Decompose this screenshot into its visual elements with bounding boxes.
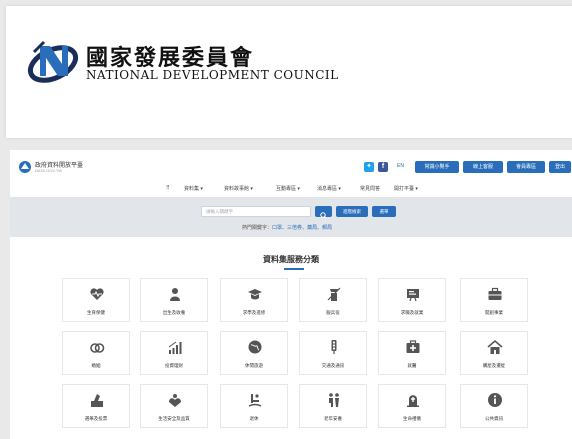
category-tile-education[interactable]: 求學及進修 [220, 278, 288, 322]
category-tile-safety[interactable]: 生活安全及品質 [140, 384, 208, 428]
chart-icon [168, 341, 182, 354]
section-title-underline [284, 268, 304, 270]
category-label: 婚姻 [91, 363, 101, 368]
facebook-icon[interactable]: f [378, 162, 388, 172]
category-tile-traffic[interactable]: 交通及通訊 [299, 331, 367, 375]
nav-item-platform[interactable]: 開打平臺 ▾ [394, 185, 418, 192]
soldier-icon [327, 287, 341, 301]
hot-keyword[interactable]: 藥局 [307, 225, 317, 231]
site-header: 政府資料開放平臺 DATA.GOV.TW ✦ f EN 常識小幫手 線上客服 會… [10, 150, 572, 180]
category-label: 開創事業 [485, 310, 503, 315]
hot-keywords-label: 熱門關鍵字： [242, 225, 273, 231]
house-icon [487, 339, 503, 354]
info-icon [488, 393, 502, 407]
category-tile-business[interactable]: 開創事業 [460, 278, 528, 322]
twitter-icon[interactable]: ✦ [364, 162, 374, 172]
hot-keyword[interactable]: 郵局 [322, 225, 332, 231]
logout-button[interactable]: 登出 [549, 161, 571, 173]
category-tile-funeral[interactable]: 生命禮儀 [378, 384, 446, 428]
category-tile-public-info[interactable]: 公共資訊 [460, 384, 528, 428]
category-label: 購屋及遷徙 [482, 363, 506, 368]
category-tile-retirement[interactable]: 退休 [220, 384, 288, 428]
advanced-search-button[interactable]: 進階檢索 [336, 206, 368, 217]
nav-item-faq[interactable]: 常見問答 [360, 185, 380, 192]
rings-icon [90, 343, 105, 353]
category-tile-jobs[interactable]: 求職及就業 [378, 278, 446, 322]
hot-keywords: 熱門關鍵字：口罩、三倍券、藥局、郵局 [242, 225, 333, 231]
category-label: 求職及就業 [400, 310, 424, 315]
category-label: 生活安全及品質 [158, 416, 190, 421]
medical-kit-icon [406, 340, 420, 353]
ballot-icon [91, 394, 103, 407]
category-label: 出生及收養 [162, 310, 186, 315]
category-tile-elderly[interactable]: 老年安養 [299, 384, 367, 428]
category-label: 公共資訊 [485, 416, 503, 421]
category-tile-marriage[interactable]: 婚姻 [62, 331, 130, 375]
category-label: 生命禮儀 [403, 416, 421, 421]
site-logo-icon[interactable] [18, 160, 32, 174]
category-label: 交通及通訊 [321, 363, 345, 368]
ndc-header-card: 國家發展委員會 NATIONAL DEVELOPMENT COUNCIL [6, 6, 572, 138]
section-title: 資料集服務分類 [263, 255, 319, 264]
online-service-button[interactable]: 線上客服 [463, 161, 503, 173]
search-band [10, 197, 572, 237]
category-tile-leisure[interactable]: 休閒旅遊 [220, 331, 288, 375]
briefcase-icon [488, 287, 502, 300]
category-tile-medical[interactable]: 就醫 [378, 331, 446, 375]
hot-keyword[interactable]: 口罩 [272, 225, 282, 231]
category-label: 退休 [249, 416, 259, 421]
search-button[interactable] [315, 206, 332, 219]
rocking-chair-icon [248, 394, 262, 407]
nav-item-news[interactable]: 消息專區 ▾ [317, 185, 341, 192]
baby-icon [170, 288, 180, 301]
category-label: 就醫 [407, 363, 417, 368]
category-tile-investment[interactable]: 投資理財 [140, 331, 208, 375]
search-input[interactable]: 請輸入關鍵字 [201, 206, 311, 217]
nav-item-datasets[interactable]: 資料集 ▾ [184, 185, 203, 192]
category-tile-birth[interactable]: 出生及收養 [140, 278, 208, 322]
site-subtitle: DATA.GOV.TW [35, 168, 63, 173]
ndc-title-en: NATIONAL DEVELOPMENT COUNCIL [86, 68, 339, 82]
category-tile-health[interactable]: 生育保健 [62, 278, 130, 322]
heart-pulse-icon [90, 288, 104, 300]
category-tile-housing[interactable]: 購屋及遷徙 [460, 331, 528, 375]
category-label: 生育保健 [87, 310, 105, 315]
category-label: 服兵役 [326, 310, 340, 315]
tombstone-icon [407, 395, 419, 407]
elderly-icon [329, 393, 339, 407]
main-nav: ⠿ 資料集 ▾ 資料故事館 ▾ 互動專區 ▾ 消息專區 ▾ 常見問答 開打平臺 … [10, 182, 572, 196]
graduation-cap-icon [248, 289, 262, 300]
globe-icon [248, 340, 262, 354]
category-label: 休閒旅遊 [245, 363, 263, 368]
nav-grid-icon[interactable]: ⠿ [166, 185, 170, 191]
traffic-light-icon [331, 340, 337, 354]
member-area-button[interactable]: 會員專區 [507, 161, 545, 173]
hands-icon [169, 394, 181, 407]
category-label: 求學及進修 [242, 310, 266, 315]
nav-item-interactive[interactable]: 互動專區 ▾ [276, 185, 300, 192]
category-label: 投資理財 [165, 363, 183, 368]
quick-menu-button[interactable]: 選單 [372, 206, 396, 217]
category-tile-election[interactable]: 選舉及投票 [62, 384, 130, 428]
open-data-site: 政府資料開放平臺 DATA.GOV.TW ✦ f EN 常識小幫手 線上客服 會… [10, 150, 572, 439]
category-tile-military[interactable]: 服兵役 [299, 278, 367, 322]
category-label: 老年安養 [324, 416, 342, 421]
language-switch[interactable]: EN [397, 163, 404, 169]
hot-keyword[interactable]: 三倍券 [287, 225, 302, 231]
job-board-icon [407, 289, 419, 302]
ndc-logo-icon [27, 40, 79, 83]
nav-item-data-stories[interactable]: 資料故事館 ▾ [224, 185, 253, 192]
helper-button[interactable]: 常識小幫手 [415, 161, 459, 173]
category-label: 選舉及投票 [84, 416, 108, 421]
search-icon [320, 212, 327, 219]
